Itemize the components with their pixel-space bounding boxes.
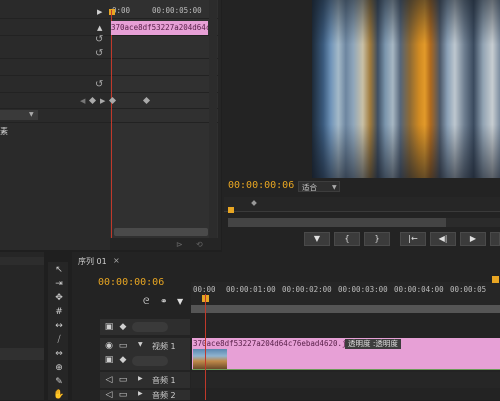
reset-icon[interactable]: ↺ [95,35,105,45]
keyframe-nav-icon[interactable]: ◆ [118,355,128,365]
go-to-in-button[interactable]: |← [400,232,426,246]
speaker-icon[interactable]: ◁ [104,375,114,385]
expand-arrow-icon[interactable]: ▶ [138,390,143,397]
track-toggle[interactable] [132,322,168,332]
track-header-video1: ◉ ▭ ▼ 视频 1 ▣ ◆ [100,338,190,370]
ruler-label: 00:00:05 [450,285,487,294]
program-ruler[interactable] [224,197,500,213]
close-icon[interactable]: × [113,256,120,265]
play-button[interactable]: ▶ [460,232,486,246]
divider [0,108,218,109]
ec-ruler-end: 00:00:05:00 [152,6,202,15]
ruler-label: 00:00:03:00 [338,285,388,294]
add-marker-button[interactable]: ▼ [304,232,330,246]
export-icon[interactable]: ⊳ [176,240,183,249]
track-header-audio1: ◁ ▭ ▶ 音频 1 [100,372,190,388]
track-name: 音频 1 [152,376,176,385]
divider [0,35,218,36]
expand-arrow-icon[interactable]: ▶ [97,8,102,16]
prev-keyframe-icon[interactable]: ◀ [80,97,85,105]
pen-tool-icon[interactable]: ✎ [52,377,66,388]
playhead-line [111,10,112,238]
project-row[interactable] [0,348,44,360]
rate-stretch-tool-icon[interactable]: ↔ [52,321,66,332]
ruler-label: 00:00:01:00 [226,285,276,294]
expand-arrow-icon[interactable]: ▶ [138,375,143,382]
effect-list [0,0,110,250]
in-point-marker[interactable] [251,200,257,206]
ec-label: 素 [0,127,8,136]
ruler-label: 00:00:04:00 [394,285,444,294]
step-back-button[interactable]: ◀| [430,232,456,246]
clip-opacity-menu[interactable]: 透明度 :透明度 [345,339,401,349]
film-icon[interactable]: ▣ [104,355,114,365]
mark-in-button[interactable]: { [334,232,360,246]
ec-horizontal-scrollbar[interactable] [114,228,208,236]
lock-icon[interactable]: ▭ [118,341,128,351]
divider [0,75,218,76]
slide-tool-icon[interactable]: ⊕ [52,363,66,374]
link-icon[interactable]: ⚭ [160,297,168,307]
program-timecode[interactable]: 00:00:00:06 [228,180,294,191]
audio-track-area[interactable] [191,372,500,388]
divider [0,18,218,19]
keyframe-nav-icon[interactable]: ◆ [118,322,128,332]
hand-tool-icon[interactable]: ✋ [52,390,66,401]
track-header-audio2: ◁ ▭ ▶ 音频 2 [100,390,190,400]
playhead-marker-icon[interactable] [228,207,234,213]
ec-vertical-scrollbar[interactable] [209,0,217,238]
film-icon[interactable]: ▣ [104,322,114,332]
ec-clip-name[interactable]: 370ace8df53227a204d64c7 [111,21,208,35]
clip-name: 370ace8df53227a204d64c76ebad4620.jpg [193,339,356,348]
tab-sequence[interactable]: 序列 01 [78,256,107,267]
chevron-down-icon: ▼ [29,111,34,118]
effect-dropdown[interactable]: ▼ [0,110,38,120]
speaker-icon[interactable]: ◁ [104,390,114,400]
timeline-playhead-line [205,294,206,400]
next-keyframe-icon[interactable]: ▶ [100,97,105,105]
timeline-timecode[interactable]: 00:00:00:06 [98,277,164,288]
chevron-down-icon: ▼ [332,184,337,191]
eye-icon[interactable]: ◉ [104,341,114,351]
program-scroll-track [446,218,500,227]
clip-opacity-line[interactable] [192,369,500,370]
expand-arrow-icon[interactable]: ▼ [138,341,143,348]
selection-tool-icon[interactable]: ↖ [52,265,66,276]
lock-icon[interactable]: ▭ [118,375,128,385]
track-name: 视频 1 [152,342,176,351]
collapse-arrow-icon[interactable]: ▲ [97,24,102,32]
lock-icon[interactable]: ▭ [118,390,128,400]
track-header-video2: ▣ ◆ [100,319,190,335]
snap-icon[interactable]: ᘓ [143,297,149,307]
track-toggle[interactable] [132,356,168,366]
step-forward-button[interactable] [490,232,500,246]
divider [0,58,218,59]
project-panel [0,252,44,400]
divider [0,92,218,93]
mark-out-button[interactable]: } [364,232,390,246]
add-marker-icon[interactable]: ▼ [177,297,183,306]
reset-icon[interactable]: ↺ [95,49,105,59]
project-header [0,257,44,265]
out-point-marker[interactable] [492,276,499,283]
track-name: 音频 2 [152,391,176,400]
divider [0,122,218,123]
zoom-fit-label: 适合 [302,183,317,192]
ruler-label: 00:00 [193,285,216,294]
ripple-edit-tool-icon[interactable]: ✥ [52,293,66,304]
razor-tool-icon[interactable]: ⧸ [52,335,66,346]
loop-icon[interactable]: ⟲ [196,240,203,249]
playhead-marker-icon[interactable] [109,9,115,15]
video-preview [312,0,500,178]
rolling-edit-tool-icon[interactable]: # [52,307,66,318]
slip-tool-icon[interactable]: ⇔ [52,349,66,360]
reset-icon[interactable]: ↺ [95,80,105,90]
clip-thumbnail [193,349,227,369]
zoom-fit-select[interactable]: 适合 ▼ [298,181,340,192]
ruler-label: 00:00:02:00 [282,285,332,294]
track-select-tool-icon[interactable]: ⇥ [52,279,66,290]
work-area-bar[interactable] [191,305,500,313]
